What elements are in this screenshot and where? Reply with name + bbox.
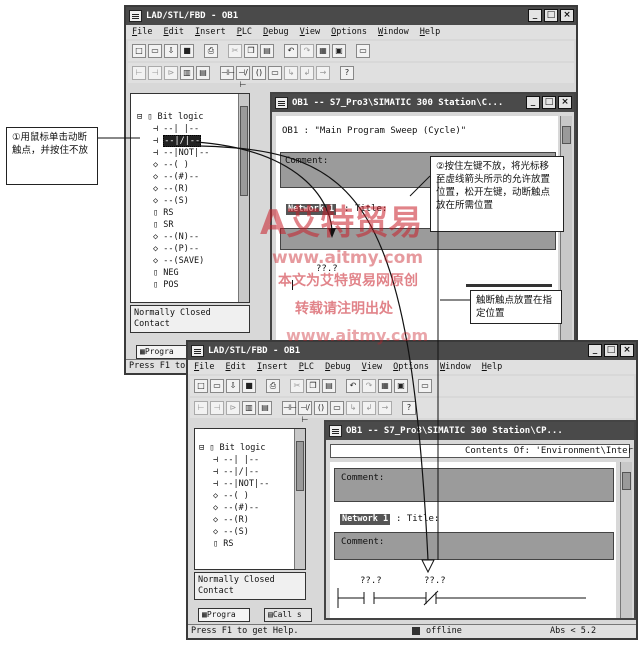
watermark-line-1: 本文为艾特贸易网原创 bbox=[278, 273, 418, 289]
watermark-url-1: www.aitmy.com bbox=[272, 248, 424, 268]
watermark-url-2: www.aitmy.com bbox=[286, 326, 429, 345]
watermark-logo-icon: A bbox=[260, 203, 287, 243]
watermark-line-2: 转载请注明出处 bbox=[295, 301, 393, 317]
annotation-lines bbox=[98, 137, 470, 574]
watermark-brand: A艾特贸易 bbox=[260, 203, 423, 243]
